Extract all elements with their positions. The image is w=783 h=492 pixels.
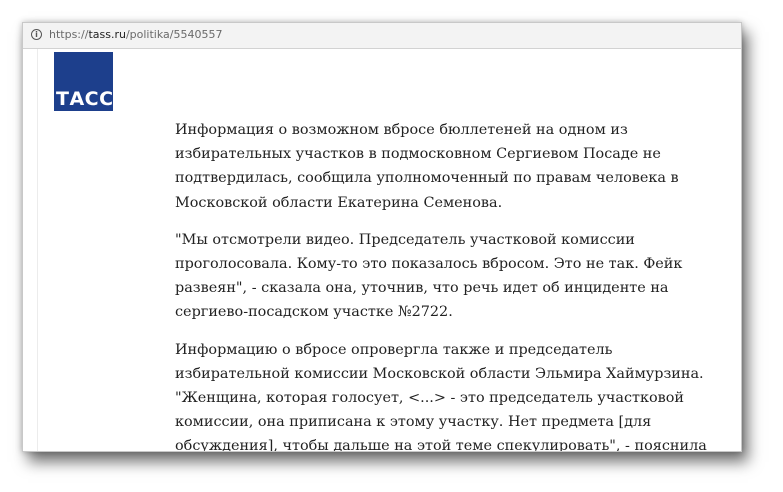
logo-text: ТАСС [56,88,113,110]
url-host: tass.ru [88,28,126,41]
screenshot-frame: i https://tass.ru/politika/5540557 ТАСС … [22,22,742,452]
article-paragraph-1: Информация о возможном вбросе бюллетеней… [175,122,679,211]
info-icon[interactable]: i [31,29,42,40]
url-text[interactable]: https://tass.ru/politika/5540557 [49,27,222,43]
article-paragraph-2: "Мы отсмотрели видео. Председатель участ… [175,231,683,321]
article-paragraph-3: Информацию о вбросе опровергла также и п… [175,341,707,452]
url-path: /politika/5540557 [125,28,223,41]
article-body: Информация о возможном вбросе бюллетеней… [175,118,725,452]
tass-logo[interactable]: ТАСС [54,52,113,111]
url-scheme: https:// [49,28,89,41]
page-edge-divider [37,49,38,451]
page-content: ТАСС Информация о возможном вбросе бюлле… [23,49,741,451]
address-bar[interactable]: i https://tass.ru/politika/5540557 [23,23,741,49]
